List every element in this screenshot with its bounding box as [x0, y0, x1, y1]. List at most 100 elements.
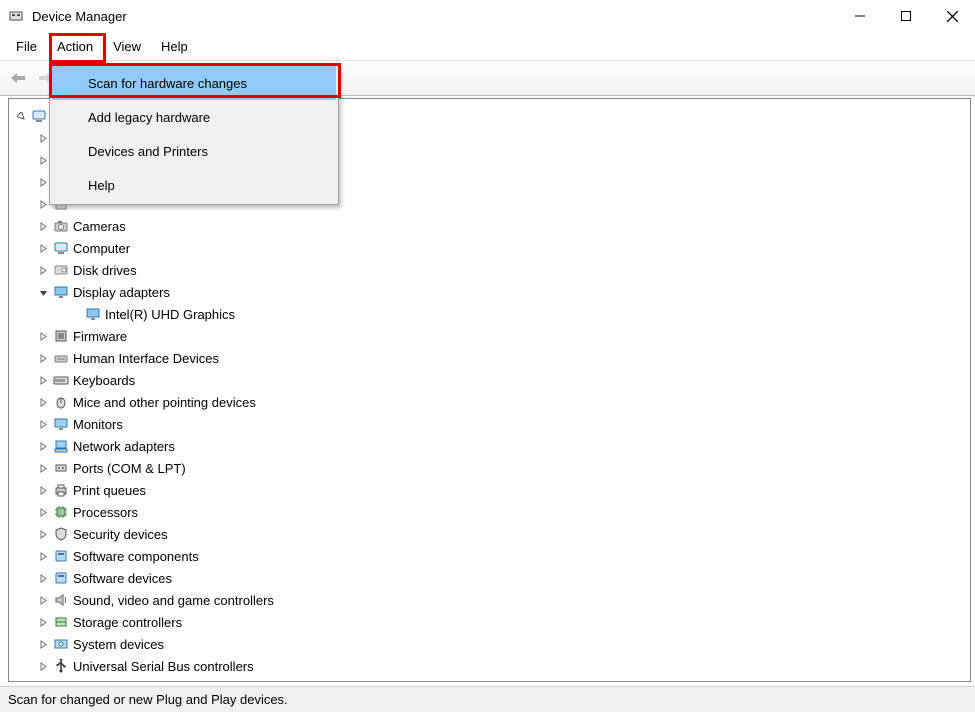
tree-row[interactable]: Human Interface Devices [13, 347, 966, 369]
expander-closed-icon[interactable] [37, 132, 49, 144]
expander-none [69, 308, 81, 320]
usb-icon [53, 658, 69, 674]
minimize-button[interactable] [837, 0, 883, 32]
expander-open-icon[interactable] [15, 110, 27, 122]
monitor-icon [53, 416, 69, 432]
mouse-icon [53, 394, 69, 410]
tree-item-label: System devices [73, 637, 164, 652]
expander-closed-icon[interactable] [37, 638, 49, 650]
close-button[interactable] [929, 0, 975, 32]
tree-item-label: Display adapters [73, 285, 170, 300]
tree-row[interactable]: System devices [13, 633, 966, 655]
menu-add-legacy-hardware[interactable]: Add legacy hardware [52, 100, 336, 134]
expander-closed-icon[interactable] [37, 462, 49, 474]
tree-item-label: Human Interface Devices [73, 351, 219, 366]
tree-row[interactable]: Storage controllers [13, 611, 966, 633]
camera-icon [53, 218, 69, 234]
computer-icon [31, 108, 47, 124]
software-icon [53, 548, 69, 564]
tree-row[interactable]: Mice and other pointing devices [13, 391, 966, 413]
tree-item-label: Monitors [73, 417, 123, 432]
firmware-icon [53, 328, 69, 344]
expander-closed-icon[interactable] [37, 242, 49, 254]
tree-item-label: Print queues [73, 483, 146, 498]
expander-closed-icon[interactable] [37, 616, 49, 628]
tree-item-label: Universal Serial Bus controllers [73, 659, 254, 674]
menu-help[interactable]: Help [52, 168, 336, 202]
tree-row[interactable]: Sound, video and game controllers [13, 589, 966, 611]
tree-item-label: Processors [73, 505, 138, 520]
menu-scan-hardware-changes[interactable]: Scan for hardware changes [52, 66, 336, 100]
expander-closed-icon[interactable] [37, 594, 49, 606]
menubar: File Action View Help [0, 32, 975, 60]
network-icon [53, 438, 69, 454]
tree-item-label: Mice and other pointing devices [73, 395, 256, 410]
window-controls [837, 0, 975, 32]
maximize-button[interactable] [883, 0, 929, 32]
app-icon [8, 8, 24, 24]
tree-row[interactable]: Firmware [13, 325, 966, 347]
expander-closed-icon[interactable] [37, 528, 49, 540]
expander-closed-icon[interactable] [37, 550, 49, 562]
tree-row[interactable]: Network adapters [13, 435, 966, 457]
expander-closed-icon[interactable] [37, 330, 49, 342]
statusbar: Scan for changed or new Plug and Play de… [0, 686, 975, 712]
tree-row[interactable]: Cameras [13, 215, 966, 237]
tree-row[interactable]: Software components [13, 545, 966, 567]
tree-item-label: Computer [73, 241, 130, 256]
tree-row[interactable]: Intel(R) UHD Graphics [13, 303, 966, 325]
port-icon [53, 460, 69, 476]
expander-closed-icon[interactable] [37, 264, 49, 276]
expander-closed-icon[interactable] [37, 154, 49, 166]
disk-icon [53, 262, 69, 278]
tree-item-label: Firmware [73, 329, 127, 344]
menu-devices-and-printers[interactable]: Devices and Printers [52, 134, 336, 168]
expander-closed-icon[interactable] [37, 220, 49, 232]
expander-open-icon[interactable] [37, 286, 49, 298]
tree-item-label: Keyboards [73, 373, 135, 388]
hid-icon [53, 350, 69, 366]
tree-item-label: Ports (COM & LPT) [73, 461, 186, 476]
titlebar: Device Manager [0, 0, 975, 32]
tree-row[interactable]: Computer [13, 237, 966, 259]
tree-item-label: Sound, video and game controllers [73, 593, 274, 608]
expander-closed-icon[interactable] [37, 506, 49, 518]
expander-closed-icon[interactable] [37, 418, 49, 430]
tree-item-label: Security devices [73, 527, 168, 542]
expander-closed-icon[interactable] [37, 440, 49, 452]
expander-closed-icon[interactable] [37, 572, 49, 584]
menu-view[interactable]: View [103, 32, 151, 60]
display-icon [53, 284, 69, 300]
tree-row[interactable]: Ports (COM & LPT) [13, 457, 966, 479]
expander-closed-icon[interactable] [37, 198, 49, 210]
tree-row[interactable]: Universal Serial Bus controllers [13, 655, 966, 677]
expander-closed-icon[interactable] [37, 660, 49, 672]
tree-row[interactable]: Security devices [13, 523, 966, 545]
expander-closed-icon[interactable] [37, 374, 49, 386]
expander-closed-icon[interactable] [37, 484, 49, 496]
printer-icon [53, 482, 69, 498]
tree-row[interactable]: Print queues [13, 479, 966, 501]
display-icon [85, 306, 101, 322]
expander-closed-icon[interactable] [37, 352, 49, 364]
menu-help[interactable]: Help [151, 32, 198, 60]
menu-action[interactable]: Action [47, 32, 103, 60]
tree-row[interactable]: Processors [13, 501, 966, 523]
expander-closed-icon[interactable] [37, 396, 49, 408]
tree-item-label: Cameras [73, 219, 126, 234]
keyboard-icon [53, 372, 69, 388]
tree-row[interactable]: Keyboards [13, 369, 966, 391]
action-dropdown: Scan for hardware changes Add legacy har… [49, 63, 339, 205]
tree-item-label: Storage controllers [73, 615, 182, 630]
window-title: Device Manager [32, 9, 127, 24]
menu-file[interactable]: File [6, 32, 47, 60]
tree-row[interactable]: Software devices [13, 567, 966, 589]
expander-closed-icon[interactable] [37, 176, 49, 188]
tree-row[interactable]: Monitors [13, 413, 966, 435]
toolbar-back-button[interactable] [6, 66, 30, 90]
tree-item-label: Network adapters [73, 439, 175, 454]
tree-row[interactable]: Disk drives [13, 259, 966, 281]
tree-row[interactable]: Display adapters [13, 281, 966, 303]
sound-icon [53, 592, 69, 608]
statusbar-text: Scan for changed or new Plug and Play de… [8, 692, 288, 707]
